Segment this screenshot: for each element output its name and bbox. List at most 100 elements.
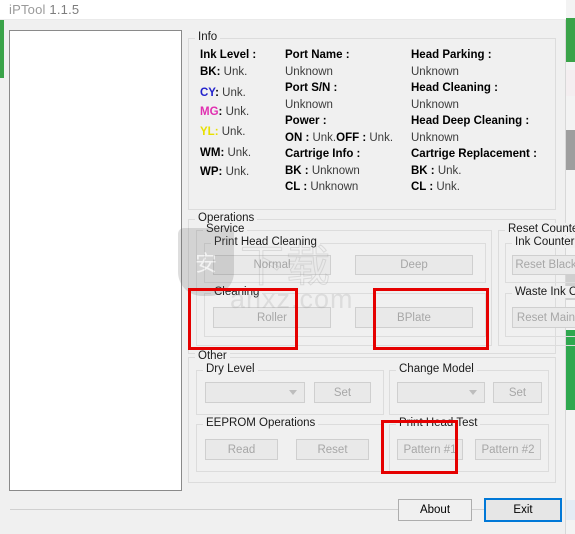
chevron-down-icon xyxy=(469,389,477,395)
ink-label-yl: YL xyxy=(200,126,215,138)
ink-sep-bk: : xyxy=(216,66,221,78)
power-off-value: Unk. xyxy=(369,132,394,144)
service-group-legend: Service xyxy=(203,223,248,235)
dry-level-group: Dry Level Set xyxy=(196,363,384,415)
port-power-column: Port Name : Unknown Port S/N : Unknown P… xyxy=(285,47,405,195)
ink-sep-wm: : xyxy=(220,147,225,159)
cartrige-bk-label: BK : xyxy=(285,165,309,177)
eeprom-read-button[interactable]: Read xyxy=(205,439,278,460)
window-left-accent-bar xyxy=(0,18,4,78)
exit-button[interactable]: Exit xyxy=(484,498,562,522)
ink-value-wp: Unk. xyxy=(225,166,250,178)
ink-row-cy: CY: Unk. xyxy=(200,80,282,100)
ink-sep-cy: : xyxy=(215,87,219,99)
pattern-1-button[interactable]: Pattern #1 xyxy=(397,439,463,460)
cr-cl-row: CL : Unk. xyxy=(411,179,561,195)
reset-counters-group: Reset Counters Ink Counter Reset Black R… xyxy=(498,223,575,346)
cartrige-replacement-label: Cartrige Replacement : xyxy=(411,148,537,160)
reset-black-button[interactable]: Reset Black xyxy=(512,255,575,275)
power-label: Power : xyxy=(285,115,327,127)
dry-level-select[interactable] xyxy=(205,382,305,403)
roller-cleaning-button[interactable]: Roller xyxy=(213,307,331,328)
port-name-value: Unknown xyxy=(285,66,333,78)
cartrige-cl-value: Unknown xyxy=(310,181,359,193)
print-head-test-group: Print Head Test Pattern #1 Pattern #2 xyxy=(389,417,549,472)
port-name-label: Port Name : xyxy=(285,49,350,61)
info-group: Info Ink Level : BK: Unk. CY: Unk. MG: U… xyxy=(188,31,556,210)
background-strip-gray xyxy=(566,130,575,170)
cartrige-cl-row: CL : Unknown xyxy=(285,179,405,195)
power-on-value: Unk. xyxy=(312,132,337,144)
ink-label-wp: WP xyxy=(200,166,219,178)
normal-cleaning-button[interactable]: Normal xyxy=(213,255,331,275)
preview-area[interactable] xyxy=(9,30,182,491)
ink-row-bk: BK: Unk. xyxy=(200,64,282,80)
change-model-group: Change Model Set xyxy=(389,363,549,415)
ink-counter-group: Ink Counter Reset Black Reset Color xyxy=(505,236,575,283)
ink-row-yl: YL: Unk. xyxy=(200,120,282,140)
waste-ink-counter-legend: Waste Ink Counter xyxy=(512,286,575,298)
change-model-set-button[interactable]: Set xyxy=(493,382,542,403)
pattern-2-button[interactable]: Pattern #2 xyxy=(475,439,541,460)
dry-level-legend: Dry Level xyxy=(203,363,258,375)
head-parking-label: Head Parking : xyxy=(411,49,492,61)
reset-main-button[interactable]: Reset Main xyxy=(512,307,575,328)
operations-group: Operations Service Print Head Cleaning N… xyxy=(188,212,575,354)
ink-label-wm: WM xyxy=(200,147,221,159)
head-status-column: Head Parking : Unknown Head Cleaning : U… xyxy=(411,47,561,195)
title-bar: iPTool 1.1.5 xyxy=(0,0,566,20)
dry-level-set-button[interactable]: Set xyxy=(314,382,371,403)
cr-cl-value: Unk. xyxy=(436,181,461,193)
other-group: Other Dry Level Set Change Model Set EEP… xyxy=(188,350,556,483)
cartrige-bk-value: Unknown xyxy=(311,165,360,177)
bplate-cleaning-button[interactable]: BPlate xyxy=(355,307,473,328)
ink-level-heading: Ink Level : xyxy=(200,49,257,61)
head-parking-value: Unknown xyxy=(411,66,459,78)
cleaning-group-legend: Cleaning xyxy=(211,286,263,298)
other-group-legend: Other xyxy=(195,350,230,362)
background-strip-green-top xyxy=(566,18,575,62)
cr-bk-row: BK : Unk. xyxy=(411,163,561,179)
background-strip-pink xyxy=(566,70,575,96)
print-head-cleaning-group: Print Head Cleaning Normal Deep xyxy=(204,236,486,283)
info-group-legend: Info xyxy=(195,31,221,43)
ink-level-column: Ink Level : BK: Unk. CY: Unk. MG: Unk. Y… xyxy=(200,47,282,180)
power-values-row: ON : Unk.OFF : Unk. xyxy=(285,130,405,146)
ink-row-wm: WM: Unk. xyxy=(200,140,282,160)
head-deep-cleaning-value: Unknown xyxy=(411,132,459,144)
ink-row-wp: WP: Unk. xyxy=(200,160,282,180)
ink-label-mg: MG xyxy=(200,106,219,118)
cartrige-cl-label: CL : xyxy=(285,181,308,193)
waste-ink-counter-group: Waste Ink Counter Reset Main Reset Plate… xyxy=(505,286,575,337)
print-head-test-legend: Print Head Test xyxy=(396,417,481,429)
ink-value-bk: Unk. xyxy=(223,66,248,78)
head-deep-cleaning-label: Head Deep Cleaning : xyxy=(411,115,530,127)
ink-value-cy: Unk. xyxy=(222,87,246,99)
ink-label-bk: BK xyxy=(200,66,217,78)
window-title: iPTool 1.1.5 xyxy=(9,2,79,17)
port-sn-value: Unknown xyxy=(285,99,333,111)
cr-bk-value: Unk. xyxy=(437,165,462,177)
print-head-cleaning-legend: Print Head Cleaning xyxy=(211,236,320,248)
window-title-app: iPTool xyxy=(9,2,46,17)
ink-sep-mg: : xyxy=(218,106,223,118)
cartrige-info-label: Cartrige Info : xyxy=(285,148,361,160)
power-on-label: ON : xyxy=(285,132,310,144)
eeprom-reset-button[interactable]: Reset xyxy=(296,439,369,460)
about-button[interactable]: About xyxy=(398,499,472,521)
ink-label-cy: CY xyxy=(200,87,216,99)
title-bar-divider xyxy=(0,19,566,20)
head-cleaning-label: Head Cleaning : xyxy=(411,82,498,94)
ink-sep-wp: : xyxy=(218,166,223,178)
change-model-select[interactable] xyxy=(397,382,485,403)
application-window: iPTool 1.1.5 Info Ink Level : BK: Unk. C… xyxy=(0,0,575,534)
service-group: Service Print Head Cleaning Normal Deep … xyxy=(196,223,492,346)
cleaning-group: Cleaning Roller BPlate xyxy=(204,286,486,337)
cartrige-bk-row: BK : Unknown xyxy=(285,163,405,179)
deep-cleaning-button[interactable]: Deep xyxy=(355,255,473,275)
chevron-down-icon xyxy=(289,389,297,395)
ink-value-mg: Unk. xyxy=(225,106,250,118)
port-sn-label: Port S/N : xyxy=(285,82,338,94)
footer-divider xyxy=(10,509,556,510)
head-cleaning-value: Unknown xyxy=(411,99,459,111)
